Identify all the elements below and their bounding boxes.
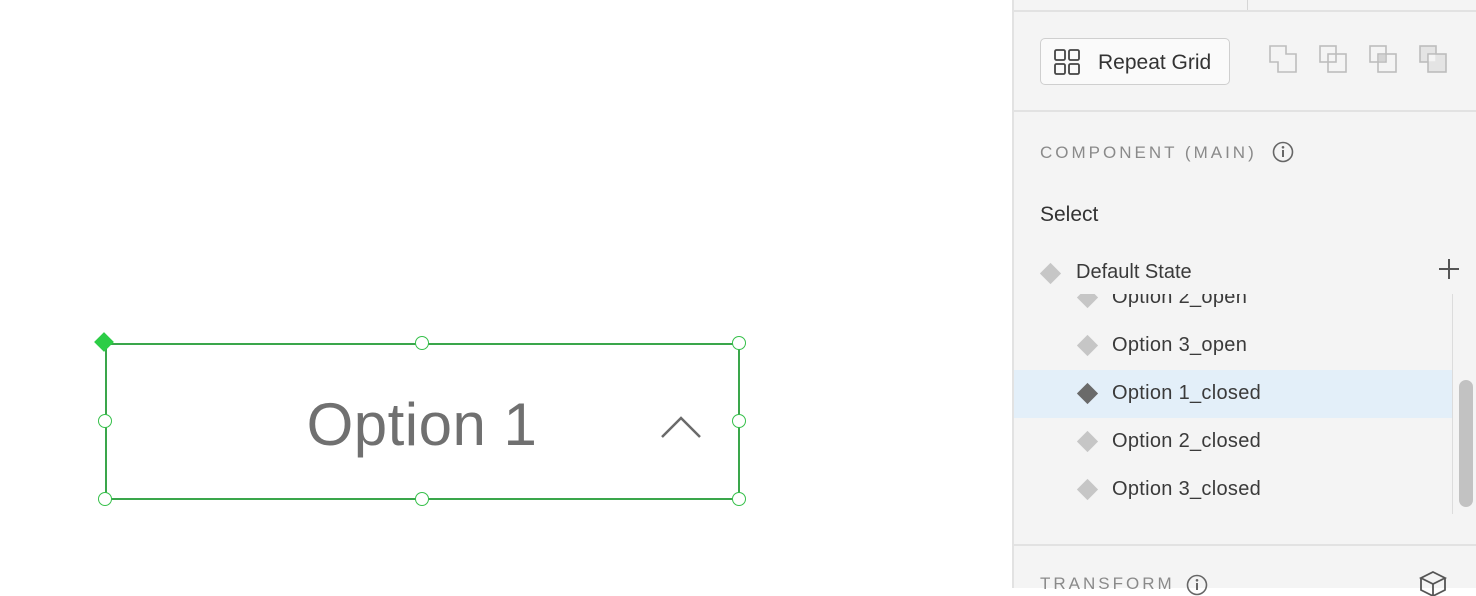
resize-handle-bottom-right[interactable] <box>732 492 746 506</box>
select-component-instance[interactable]: Option 1 <box>105 343 740 500</box>
repeat-grid-button[interactable]: Repeat Grid <box>1040 38 1230 85</box>
component-section-title: COMPONENT (MAIN) <box>1040 143 1257 162</box>
info-icon[interactable] <box>1272 141 1294 163</box>
grid-icon <box>1054 49 1080 75</box>
transform-section-title: TRANSFORM <box>1040 574 1175 593</box>
resize-handle-bottom[interactable] <box>415 492 429 506</box>
resize-handle-top[interactable] <box>415 336 429 350</box>
state-item-option-2-open[interactable]: Option 2_open <box>1014 294 1452 322</box>
state-item-option-1-closed[interactable]: Option 1_closed <box>1014 370 1452 418</box>
state-diamond-icon <box>1076 430 1099 453</box>
resize-handle-right[interactable] <box>732 414 746 428</box>
exclude-overlap-icon[interactable] <box>1418 44 1450 76</box>
add-state-icon[interactable] <box>1436 256 1462 282</box>
state-diamond-icon <box>1039 262 1062 285</box>
state-item-option-2-closed[interactable]: Option 2_closed <box>1014 418 1452 466</box>
chevron-up-icon <box>661 416 701 438</box>
resize-handle-top-right[interactable] <box>732 336 746 350</box>
default-state-row[interactable]: Default State <box>1039 259 1460 286</box>
state-diamond-icon <box>1076 334 1099 357</box>
state-diamond-icon <box>1076 382 1099 405</box>
3d-transform-cube-icon[interactable] <box>1418 570 1448 596</box>
subtract-icon[interactable] <box>1318 44 1350 76</box>
select-value-text: Option 1 <box>306 391 538 458</box>
states-scroll-track <box>1452 294 1453 514</box>
state-item-option-3-open[interactable]: Option 3_open <box>1014 322 1452 370</box>
design-canvas[interactable]: Option 1 <box>0 0 1012 588</box>
info-icon[interactable] <box>1186 574 1208 596</box>
resize-handle-bottom-left[interactable] <box>98 492 112 506</box>
default-state-label: Default State <box>1076 261 1192 283</box>
top-tab-strip <box>1014 0 1476 12</box>
states-scrollbar[interactable] <box>1459 380 1473 507</box>
property-inspector: Repeat Grid COMPONENT (MAIN) Select Defa… <box>1012 0 1476 596</box>
state-item-option-3-closed[interactable]: Option 3_closed <box>1014 466 1452 514</box>
intersect-icon[interactable] <box>1368 44 1400 76</box>
add-icon[interactable] <box>1268 44 1300 76</box>
resize-handle-left[interactable] <box>98 414 112 428</box>
state-diamond-icon <box>1076 478 1099 501</box>
repeat-grid-label: Repeat Grid <box>1098 51 1212 74</box>
state-diamond-icon <box>1076 294 1099 309</box>
component-name: Select <box>1040 203 1099 226</box>
states-list[interactable]: Option 2_open Option 3_open Option 1_clo… <box>1014 294 1464 514</box>
